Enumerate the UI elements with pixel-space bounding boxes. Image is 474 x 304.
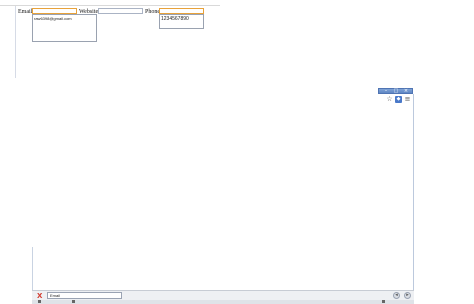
website-field[interactable] xyxy=(98,8,143,14)
top-divider xyxy=(0,5,220,6)
status-icon xyxy=(382,300,385,303)
extension-icon[interactable]: ◆ xyxy=(395,96,402,103)
star-icon[interactable]: ☆ xyxy=(386,96,393,103)
menu-icon[interactable]: ≡ xyxy=(404,96,411,103)
find-close-button[interactable]: X xyxy=(37,292,42,300)
status-bar xyxy=(32,300,414,304)
phone-suggestion[interactable]: 1234567890 xyxy=(161,16,189,22)
find-next-button[interactable]: ▸ xyxy=(404,292,411,299)
window-titlebar: – □ × xyxy=(378,88,413,94)
find-bar: X Email ◂ ▸ xyxy=(32,290,414,300)
status-icon xyxy=(38,300,41,303)
phone-autocomplete-dropdown: 1234567890 xyxy=(159,14,204,29)
find-previous-button[interactable]: ◂ xyxy=(393,292,400,299)
status-icon xyxy=(72,300,75,303)
email-autocomplete-dropdown: raw6398@gmail.com xyxy=(32,14,97,42)
left-divider xyxy=(15,6,16,78)
close-window-button[interactable]: × xyxy=(402,89,410,94)
window-left-border xyxy=(32,247,33,290)
minimize-button[interactable]: – xyxy=(382,89,390,94)
email-suggestion[interactable]: raw6398@gmail.com xyxy=(34,16,72,21)
maximize-button[interactable]: □ xyxy=(392,89,400,94)
find-input[interactable]: Email xyxy=(47,292,122,299)
window-right-border xyxy=(413,94,414,290)
